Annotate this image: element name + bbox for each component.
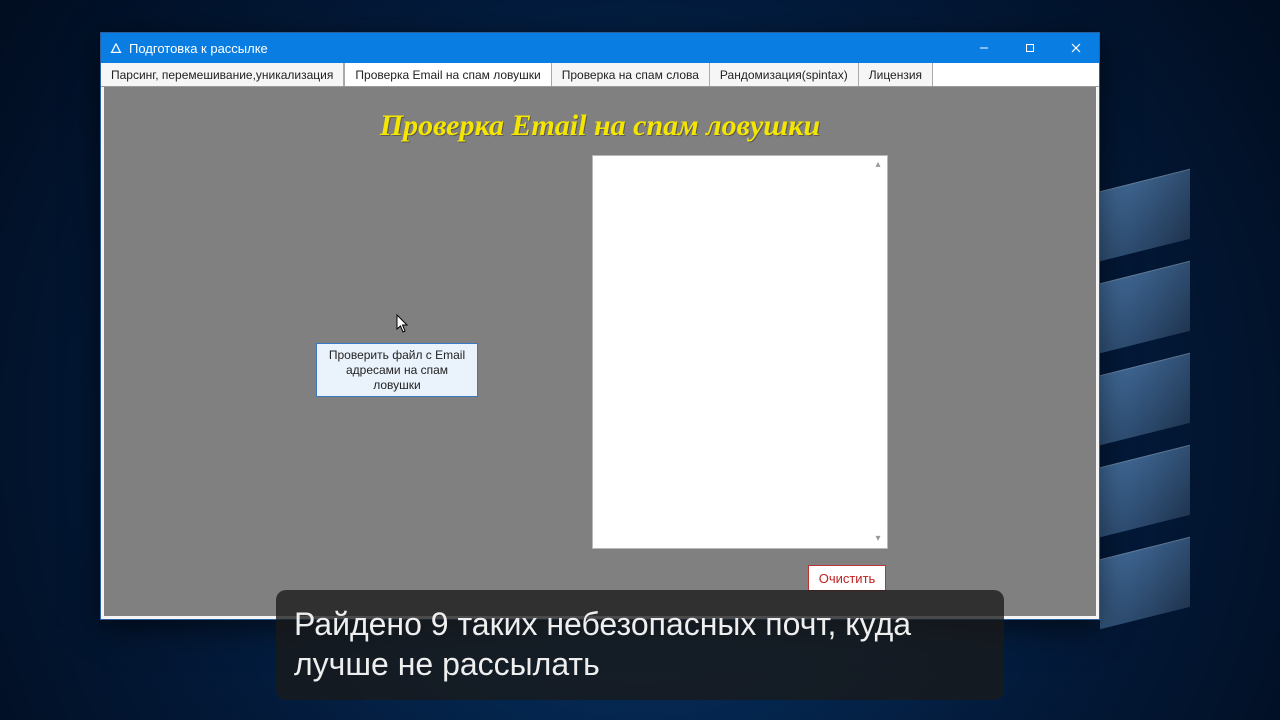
clear-button-label: Очистить — [819, 571, 876, 586]
desktop-background-rays — [1100, 180, 1280, 600]
results-textbox[interactable]: ▴ ▾ — [592, 155, 888, 549]
check-file-button-label: Проверить файл с Email адресами на спам … — [323, 348, 471, 393]
page-title: Проверка Email на спам ловушки — [104, 109, 1096, 143]
window-title: Подготовка к рассылке — [129, 41, 268, 56]
check-file-button[interactable]: Проверить файл с Email адресами на спам … — [316, 343, 478, 397]
tab-spam-words[interactable]: Проверка на спам слова — [552, 63, 710, 86]
subtitle-text: Райдено 9 таких небезопасных почт, куда … — [294, 606, 911, 682]
minimize-button[interactable] — [961, 33, 1007, 63]
clear-button[interactable]: Очистить — [808, 565, 886, 591]
maximize-button[interactable] — [1007, 33, 1053, 63]
video-subtitle: Райдено 9 таких небезопасных почт, куда … — [276, 590, 1004, 700]
tab-spintax[interactable]: Рандомизация(spintax) — [710, 63, 859, 86]
app-icon — [109, 41, 123, 55]
close-button[interactable] — [1053, 33, 1099, 63]
tab-spam-traps[interactable]: Проверка Email на спам ловушки — [344, 63, 551, 86]
tab-parsing[interactable]: Парсинг, перемешивание,уникализация — [101, 63, 344, 86]
tab-content: Проверка Email на спам ловушки Проверить… — [101, 87, 1099, 619]
tab-strip: Парсинг, перемешивание,уникализация Пров… — [101, 63, 1099, 87]
tab-license[interactable]: Лицензия — [859, 63, 933, 86]
window-controls — [961, 33, 1099, 63]
app-window: Подготовка к рассылке Парсинг, перемешив… — [100, 32, 1100, 620]
titlebar: Подготовка к рассылке — [101, 33, 1099, 63]
scroll-up-icon[interactable]: ▴ — [871, 158, 885, 172]
scroll-down-icon[interactable]: ▾ — [871, 532, 885, 546]
